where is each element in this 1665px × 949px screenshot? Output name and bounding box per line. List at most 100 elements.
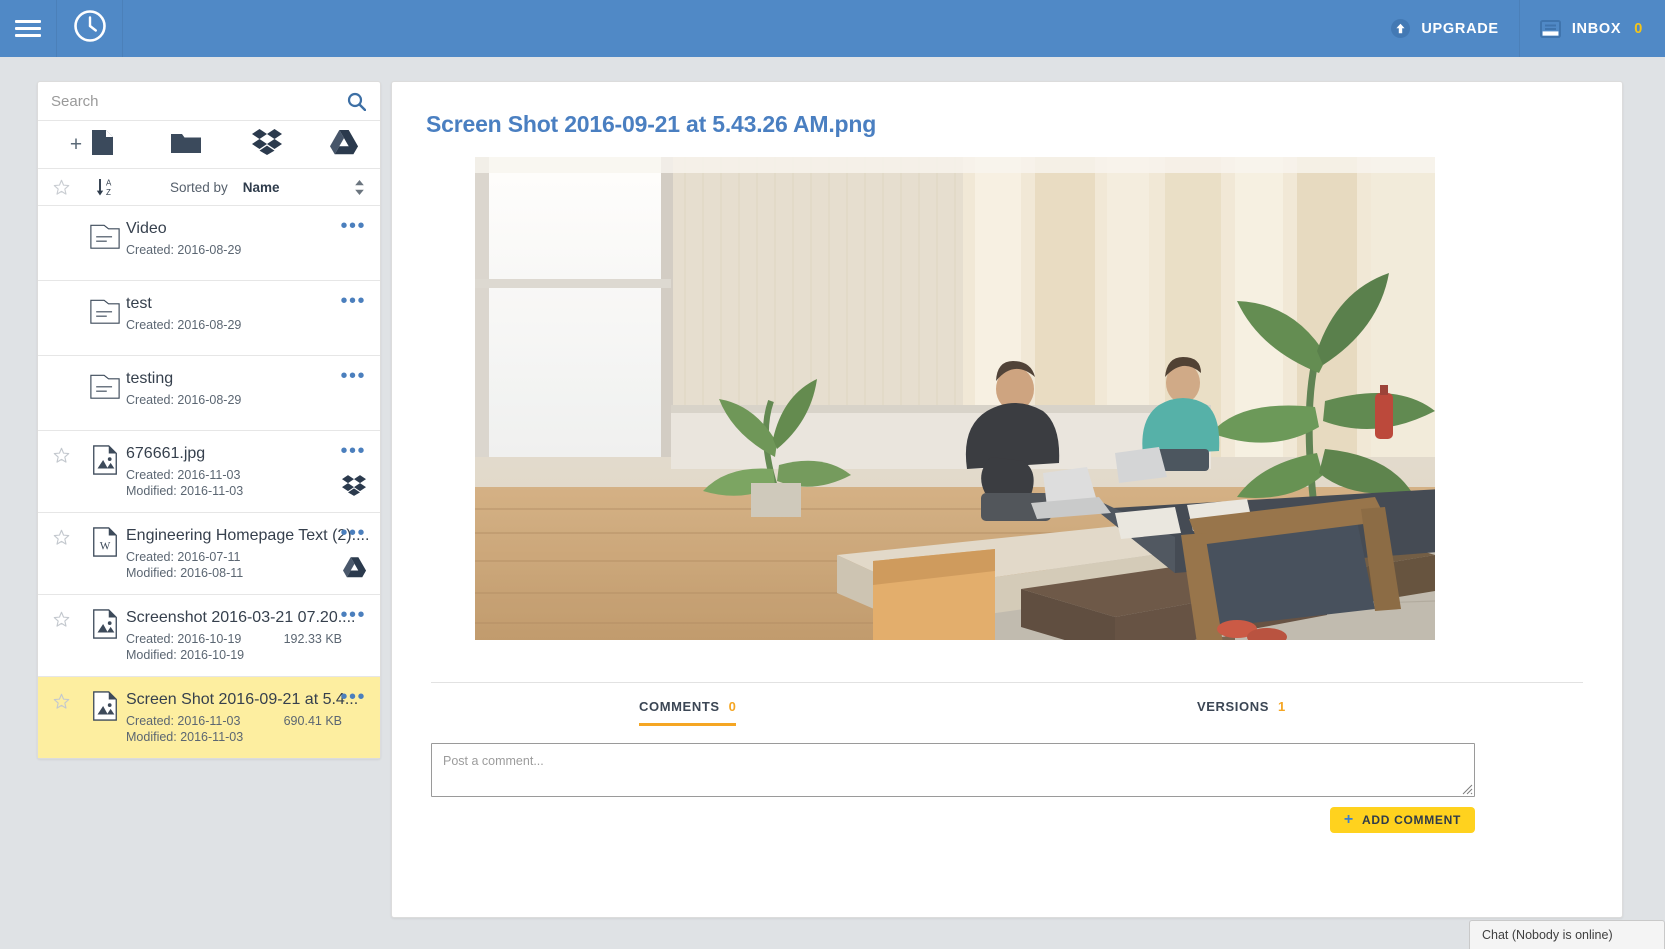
- tab-comments[interactable]: COMMENTS 0: [639, 699, 737, 726]
- file-modified-line: Modified: 2016-10-19: [126, 647, 370, 663]
- file-modified-line: Modified: 2016-08-11: [126, 565, 370, 581]
- google-drive-button[interactable]: [308, 121, 380, 168]
- tab-comments-label: COMMENTS: [639, 699, 720, 714]
- file-row-menu-button[interactable]: •••: [340, 605, 366, 625]
- file-created-line: Created: 2016-07-11: [126, 549, 370, 565]
- sort-alpha-desc-icon[interactable]: A Z: [84, 176, 128, 198]
- sort-row: A Z Sorted by Name: [38, 169, 380, 206]
- star-outline-icon[interactable]: [38, 526, 84, 546]
- file-created-line: Created: 2016-08-29: [126, 242, 370, 258]
- file-created: Created: 2016-08-29: [126, 393, 242, 407]
- menu-button[interactable]: [0, 0, 57, 57]
- arrow-up-circle-icon: [1391, 19, 1411, 38]
- top-bar-right: UPGRADE INBOX 0: [1371, 0, 1665, 57]
- upgrade-button[interactable]: UPGRADE: [1371, 0, 1518, 57]
- file-row-menu-button[interactable]: •••: [340, 441, 366, 461]
- sort-value[interactable]: Name: [243, 180, 280, 195]
- chat-bar[interactable]: Chat (Nobody is online): [1469, 920, 1665, 949]
- folder-document-icon: [84, 369, 126, 400]
- chat-label: Chat (Nobody is online): [1482, 928, 1613, 942]
- file-list-item[interactable]: Screenshot 2016-03-21 07.20.... Created: …: [38, 595, 380, 677]
- file-size: 690.41 KB: [283, 714, 342, 728]
- file-modified: Modified: 2016-08-11: [126, 566, 244, 580]
- file-created: Created: 2016-07-11: [126, 550, 241, 564]
- folder-icon: [171, 131, 201, 159]
- file-name: Video: [126, 220, 167, 237]
- word-file-icon: W: [84, 526, 126, 557]
- file-created: Created: 2016-08-29: [126, 243, 242, 257]
- image-file-icon: [84, 444, 126, 475]
- app-logo-button[interactable]: [57, 0, 123, 57]
- hamburger-icon: [15, 16, 41, 41]
- file-name: Screenshot 2016-03-21 07.20....: [126, 609, 356, 626]
- file-row-menu-button[interactable]: •••: [340, 216, 366, 236]
- svg-text:W: W: [100, 541, 111, 553]
- star-outline-icon[interactable]: [38, 444, 84, 464]
- file-created: Created: 2016-10-19: [126, 632, 242, 646]
- file-list-item[interactable]: testing Created: 2016-08-29 •••: [38, 356, 380, 431]
- file-modified-line: Modified: 2016-11-03: [126, 729, 370, 745]
- plus-icon: +: [1343, 811, 1354, 828]
- file-list: Video Created: 2016-08-29 ••• test Created: …: [38, 206, 380, 758]
- star-outline-icon: [38, 219, 84, 222]
- inbox-tray-icon: [1539, 19, 1561, 38]
- file-list-item[interactable]: Video Created: 2016-08-29 •••: [38, 206, 380, 281]
- tab-comments-count: 0: [728, 699, 737, 714]
- file-created: Created: 2016-11-03: [126, 714, 241, 728]
- file-detail-panel: Screen Shot 2016-09-21 at 5.43.26 AM.png: [391, 81, 1623, 918]
- file-size: 192.33 KB: [283, 632, 342, 646]
- detail-tabs: COMMENTS 0 VERSIONS 1: [431, 683, 1583, 731]
- google-drive-icon: [343, 557, 366, 583]
- tab-versions[interactable]: VERSIONS 1: [1197, 699, 1286, 723]
- file-created: Created: 2016-11-03: [126, 468, 241, 482]
- file-created-line: Created: 2016-08-29: [126, 317, 370, 333]
- image-file-icon: [84, 608, 126, 639]
- file-modified: Modified: 2016-11-03: [126, 484, 244, 498]
- sort-arrows-icon[interactable]: [354, 179, 365, 196]
- inbox-button[interactable]: INBOX 0: [1518, 0, 1665, 57]
- google-drive-icon: [330, 129, 358, 160]
- file-created: Created: 2016-08-29: [126, 318, 242, 332]
- file-modified: Modified: 2016-10-19: [126, 648, 245, 662]
- tab-versions-count: 1: [1277, 699, 1286, 714]
- inbox-label: INBOX: [1571, 20, 1622, 37]
- file-modified-line: Modified: 2016-11-03: [126, 483, 370, 499]
- add-comment-button[interactable]: + ADD COMMENT: [1329, 807, 1475, 833]
- file-name: test: [126, 295, 152, 312]
- folder-document-icon: [84, 294, 126, 325]
- file-row-menu-button[interactable]: •••: [340, 291, 366, 311]
- star-outline-icon[interactable]: [38, 690, 84, 710]
- search-icon[interactable]: [347, 92, 366, 111]
- file-name: 676661.jpg: [126, 445, 206, 462]
- dropbox-icon: [342, 475, 366, 501]
- svg-text:Z: Z: [106, 188, 111, 197]
- file-modified: Modified: 2016-11-03: [126, 730, 244, 744]
- add-comment-label: ADD COMMENT: [1361, 813, 1461, 827]
- file-created-line: Created: 2016-08-29: [126, 392, 370, 408]
- file-row-menu-button[interactable]: •••: [340, 523, 366, 543]
- search-row: [38, 82, 380, 121]
- search-input[interactable]: [38, 91, 347, 111]
- comment-input[interactable]: [432, 744, 1474, 796]
- sorted-by-label: Sorted by: [170, 179, 228, 195]
- file-list-item[interactable]: W Engineering Homepage Text (2).... Create…: [38, 513, 380, 595]
- file-created-line: Created: 2016-11-03: [126, 467, 370, 483]
- new-file-button[interactable]: +: [38, 121, 146, 168]
- file-row-menu-button[interactable]: •••: [340, 687, 366, 707]
- star-outline-icon[interactable]: [38, 179, 84, 196]
- star-outline-icon[interactable]: [38, 608, 84, 628]
- file-list-item[interactable]: Screen Shot 2016-09-21 at 5.4... Created:…: [38, 677, 380, 758]
- file-row-menu-button[interactable]: •••: [340, 366, 366, 386]
- file-list-item[interactable]: test Created: 2016-08-29 •••: [38, 281, 380, 356]
- comment-box: [431, 743, 1475, 797]
- inbox-count-badge: 0: [1634, 20, 1643, 37]
- file-name: Screen Shot 2016-09-21 at 5.4...: [126, 691, 359, 708]
- dropbox-button[interactable]: [226, 121, 308, 168]
- top-bar: UPGRADE INBOX 0: [0, 0, 1665, 57]
- preview-artwork: [475, 157, 1435, 640]
- image-preview[interactable]: [475, 157, 1435, 640]
- svg-text:A: A: [106, 179, 112, 188]
- new-folder-button[interactable]: [146, 121, 226, 168]
- sidebar-toolbar: +: [38, 121, 380, 169]
- file-list-item[interactable]: 676661.jpg Created: 2016-11-03 Modified: 2…: [38, 431, 380, 513]
